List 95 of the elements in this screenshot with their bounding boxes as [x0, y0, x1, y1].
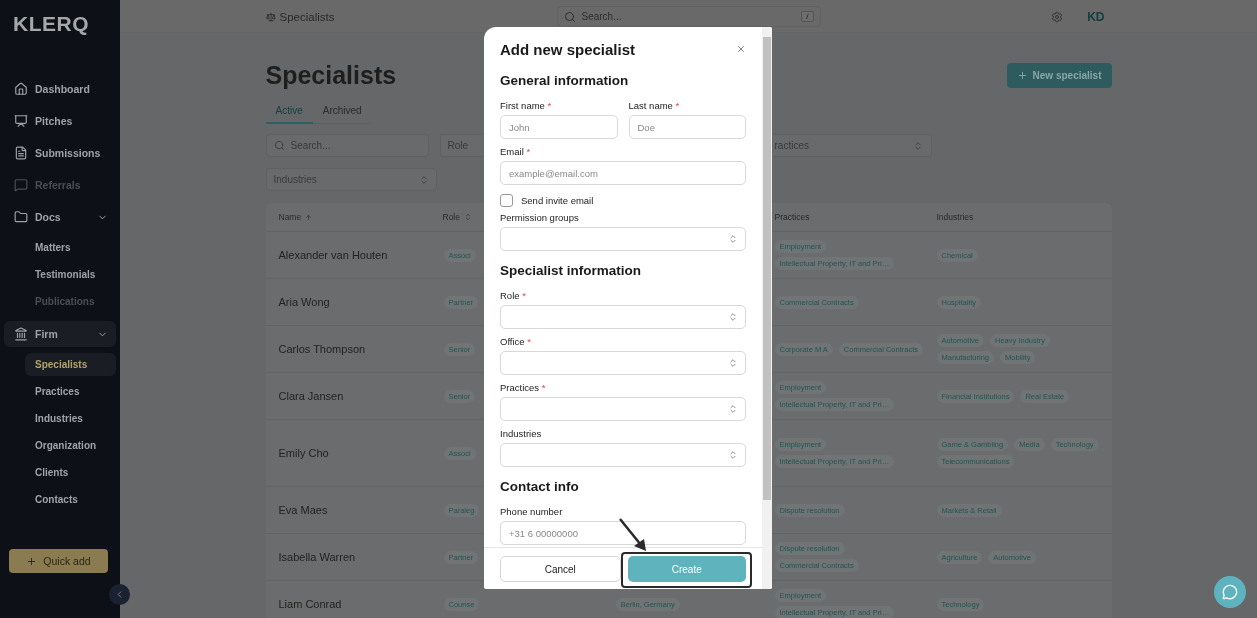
nav-item[interactable]: Submissions: [4, 140, 116, 166]
search-icon: [273, 140, 285, 151]
updown-chevron-icon: [728, 404, 738, 414]
tab[interactable]: Active: [265, 101, 313, 124]
select-field[interactable]: [500, 443, 746, 467]
select-field[interactable]: [500, 397, 746, 421]
field-label: Last name *: [628, 100, 681, 112]
required-mark: *: [541, 382, 546, 393]
required-mark: *: [526, 146, 531, 157]
plus-icon: [26, 555, 38, 567]
shortcut-key: /: [801, 11, 814, 22]
scrollbar[interactable]: [762, 27, 772, 589]
chat-button[interactable]: [1214, 576, 1246, 608]
logo: KLERQ: [12, 12, 90, 37]
text-field[interactable]: Doe: [628, 115, 746, 139]
nav-subitem[interactable]: Testimonials: [25, 263, 116, 286]
required-mark: *: [522, 290, 526, 301]
chat-icon: [1222, 584, 1238, 600]
chat-icon: [14, 178, 28, 192]
nav-item[interactable]: Firm: [4, 321, 116, 347]
specialist-name: Clara Jansen: [278, 390, 344, 402]
presentation-icon: [14, 114, 28, 128]
field-label: Role *: [500, 290, 527, 302]
settings-icon[interactable]: [1051, 10, 1064, 23]
updown-chevron-icon: [728, 312, 738, 322]
updown-chevron-icon: [728, 450, 738, 460]
nav-subitem[interactable]: Clients: [25, 461, 116, 484]
updown-chevron-icon: [418, 174, 429, 185]
close-button[interactable]: [736, 44, 746, 54]
field-label: First name *: [500, 100, 553, 112]
page-title: Specialists: [265, 61, 397, 90]
folder-icon: [14, 210, 28, 224]
nav-subitem[interactable]: Industries: [25, 407, 116, 430]
updown-chevron-icon: [728, 358, 738, 368]
field-label: Office *: [500, 336, 532, 348]
field-label: Phone number: [500, 506, 564, 518]
plus-icon: [1016, 70, 1028, 81]
required-mark: *: [675, 100, 680, 111]
text-field[interactable]: +31 6 00000000: [500, 521, 746, 545]
column-header[interactable]: Name: [278, 212, 302, 222]
cancel-button[interactable]: Cancel: [500, 556, 621, 582]
updown-chevron-icon: [728, 234, 738, 244]
select-field[interactable]: [500, 351, 746, 375]
nav-item[interactable]: Pitches: [4, 108, 116, 134]
search-icon: [563, 10, 576, 23]
nav-subitem[interactable]: Matters: [25, 236, 116, 259]
select-field[interactable]: [500, 305, 746, 329]
specialist-name: Carlos Thompson: [278, 343, 366, 355]
checkbox-label: Send invite email: [521, 195, 594, 206]
nav-subitem[interactable]: Contacts: [25, 488, 116, 511]
field-label: Email *: [500, 146, 532, 158]
collapse-button[interactable]: [109, 584, 130, 605]
field-label: Practices *: [500, 382, 547, 394]
create-button[interactable]: Create: [627, 556, 746, 582]
nav-subitem[interactable]: Practices: [25, 380, 116, 403]
section-title: Specialist information: [500, 262, 643, 280]
field-label: Industries: [500, 428, 543, 440]
column-header[interactable]: Role: [442, 212, 460, 222]
house-icon: [14, 82, 28, 96]
nav-subitem[interactable]: Organization: [25, 434, 116, 457]
nav-subitem[interactable]: Specialists: [25, 353, 116, 376]
text-field[interactable]: example@email.com: [500, 161, 746, 185]
breadcrumb[interactable]: Specialists: [279, 10, 335, 23]
text-field[interactable]: John: [500, 115, 618, 139]
sort-ascending-icon[interactable]: [305, 213, 313, 221]
user-initials[interactable]: KD: [1087, 9, 1105, 24]
close-icon: [736, 44, 746, 54]
column-header[interactable]: Industries: [936, 212, 974, 222]
required-mark: *: [547, 100, 552, 111]
section-title: Contact info: [500, 478, 580, 496]
specialist-name: Aria Wong: [278, 296, 330, 308]
dialog-title: Add new specialist: [500, 40, 636, 58]
checkbox[interactable]: [500, 194, 513, 207]
required-mark: *: [527, 336, 531, 347]
file-icon: [14, 146, 28, 160]
select-field[interactable]: [500, 227, 746, 251]
specialist-name: Alexander van Houten: [278, 249, 388, 261]
pointer-arrow: [617, 517, 649, 553]
specialist-name: Emily Cho: [278, 447, 329, 459]
tab[interactable]: Archived: [312, 101, 372, 124]
sort-icon[interactable]: [464, 213, 472, 221]
column-header[interactable]: Practices: [774, 212, 810, 222]
new-specialist-button[interactable]: New specialist: [1006, 63, 1112, 88]
quick-add-button[interactable]: Quick add: [9, 549, 108, 573]
specialist-name: Liam Conrad: [278, 598, 342, 610]
search-field[interactable]: Search... /: [556, 6, 821, 27]
bank-icon: [14, 327, 28, 341]
nav-item[interactable]: Docs: [4, 204, 116, 230]
field-label: Permission groups: [500, 212, 580, 224]
specialist-name: Isabella Warren: [278, 551, 356, 563]
nav-item[interactable]: Dashboard: [4, 76, 116, 102]
section-title: General information: [500, 72, 630, 90]
updown-chevron-icon: [912, 140, 923, 151]
specialist-name: Eva Maes: [278, 504, 328, 516]
scale-icon: [265, 11, 276, 22]
